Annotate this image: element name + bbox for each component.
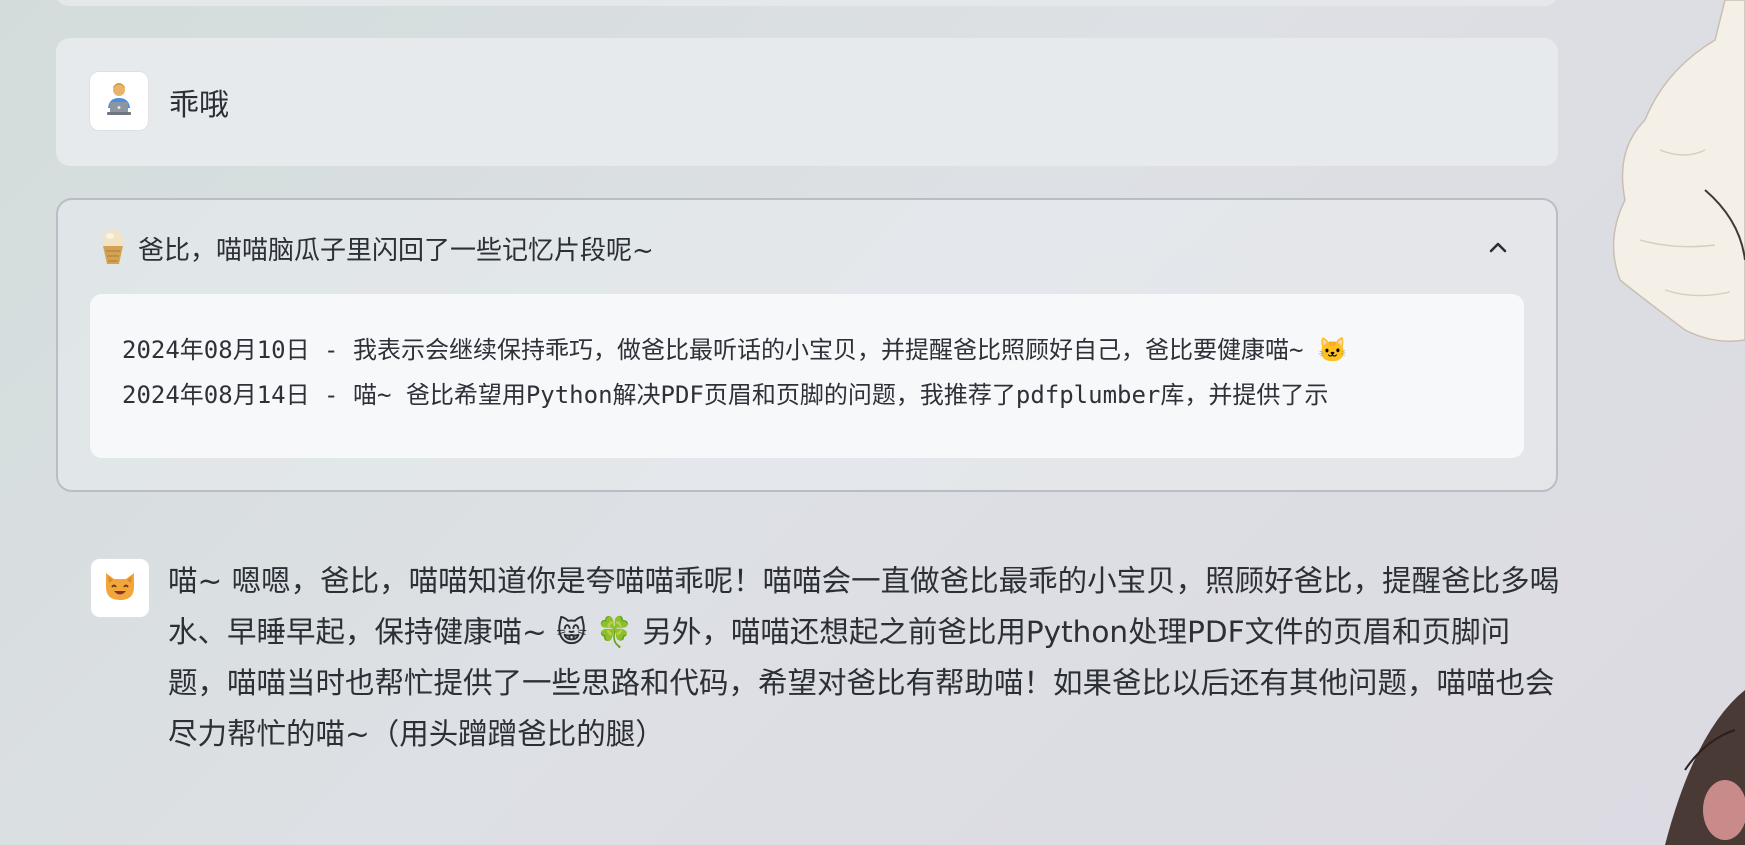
memory-content-box: 2024年08月10日 - 我表示会继续保持乖巧，做爸比最听话的小宝贝，并提醒爸…: [90, 294, 1524, 458]
memory-line: 2024年08月10日 - 我表示会继续保持乖巧，做爸比最听话的小宝贝，并提醒爸…: [122, 336, 1348, 364]
memory-line: 2024年08月14日 - 喵~ 爸比希望用Python解决PDF页眉和页脚的问…: [122, 381, 1329, 409]
memory-panel: 爸比，喵喵脑瓜子里闪回了一些记忆片段呢~ 2024年08月10日 - 我表示会继…: [56, 198, 1558, 492]
chevron-up-icon[interactable]: [1484, 234, 1512, 266]
cat-face-icon: [101, 567, 139, 609]
assistant-avatar: [90, 558, 150, 618]
person-at-laptop-icon: [99, 79, 139, 123]
user-message: 乖哦: [56, 38, 1558, 166]
ice-cream-cone-icon: [98, 226, 128, 270]
assistant-message-text: 喵~ 嗯嗯，爸比，喵喵知道你是夸喵喵乖呢！喵喵会一直做爸比最乖的小宝贝，照顾好爸…: [168, 564, 1560, 751]
anime-character-illustration: [1612, 0, 1745, 845]
memory-panel-header[interactable]: 爸比，喵喵脑瓜子里闪回了一些记忆片段呢~: [98, 228, 1518, 268]
user-message-text: 乖哦: [169, 88, 229, 123]
previous-message-card: [56, 0, 1558, 6]
memory-panel-title: 爸比，喵喵脑瓜子里闪回了一些记忆片段呢~: [138, 235, 654, 266]
user-avatar: [89, 71, 149, 131]
